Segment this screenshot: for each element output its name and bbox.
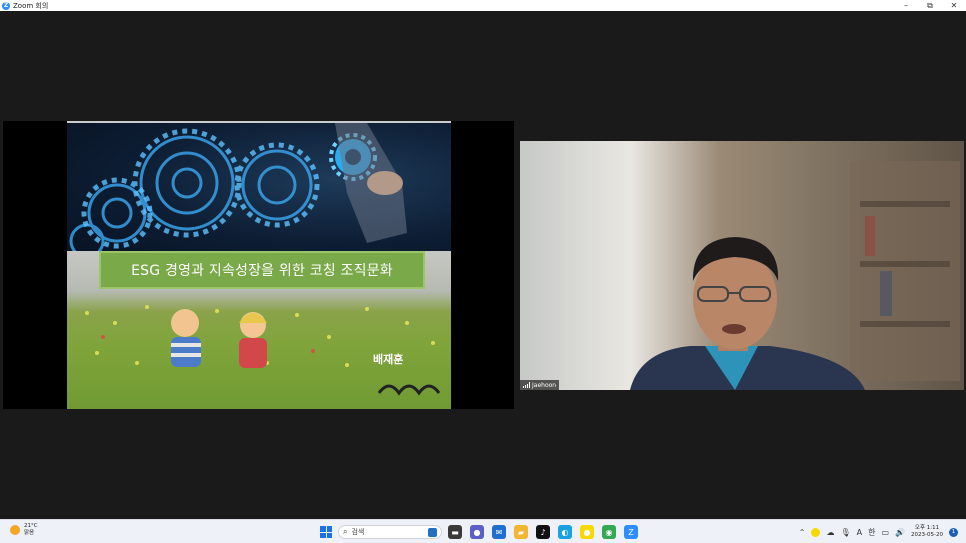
weather-temperature: 21°C bbox=[24, 523, 38, 529]
microphone-icon[interactable]: 🎙 bbox=[840, 528, 850, 537]
volume-icon[interactable]: 🔊 bbox=[895, 528, 905, 537]
folder-icon[interactable]: ▰ bbox=[514, 525, 528, 539]
clock-time: 오후 1:11 bbox=[914, 525, 940, 531]
participant-video-feed bbox=[520, 141, 964, 390]
system-tray: ⌃ ☁ 🎙 A 한 ▭ 🔊 오후 1:11 2023-05-20 1 bbox=[799, 522, 958, 542]
weather-description: 맑음 bbox=[24, 530, 35, 536]
kakaotalk-icon[interactable]: ● bbox=[580, 525, 594, 539]
tiktok-icon[interactable]: ♪ bbox=[536, 525, 550, 539]
participant-video-tile[interactable]: Jaehoon bbox=[520, 141, 964, 390]
ime-language[interactable]: 한 bbox=[868, 527, 875, 538]
pinned-apps: ▬ ● ✉ ▰ ♪ ◐ ● ◉ Z bbox=[448, 525, 638, 539]
shared-screen-tile[interactable]: ESG 경영과 지속성장을 위한 코칭 조직문화 배재훈 bbox=[3, 121, 514, 409]
windows-start-icon[interactable] bbox=[320, 526, 332, 538]
participant-name-label: Jaehoon bbox=[520, 380, 560, 390]
window-title: Zoom 회의 bbox=[13, 1, 49, 10]
slide-title: ESG 경영과 지속성장을 위한 코칭 조직문화 bbox=[99, 251, 425, 289]
sun-icon bbox=[10, 525, 20, 535]
search-placeholder: 검색 bbox=[351, 528, 365, 536]
weather-widget[interactable]: 21°C 맑음 bbox=[10, 523, 38, 537]
slide-author: 배재훈 bbox=[373, 353, 404, 366]
participant-name: Jaehoon bbox=[532, 381, 557, 389]
bing-icon bbox=[428, 527, 437, 537]
taskbar-search-box[interactable]: ⌕ 검색 bbox=[338, 525, 442, 539]
file-explorer-icon[interactable]: ▬ bbox=[448, 525, 462, 539]
taskbar-apps: ⌕ 검색 ▬ ● ✉ ▰ ♪ ◐ ● ◉ Z bbox=[320, 523, 638, 541]
windows-taskbar: 21°C 맑음 ⌕ 검색 ▬ ● ✉ ▰ ♪ ◐ ● ◉ Z ⌃ ☁ 🎙 A 한 ▭ 🔊 오후 … bbox=[0, 519, 966, 543]
zoom-icon[interactable]: Z bbox=[624, 525, 638, 539]
mail-icon[interactable]: ✉ bbox=[492, 525, 506, 539]
window-titlebar: Z Zoom 회의 – ⧉ ✕ bbox=[0, 0, 966, 11]
kakao-tray-icon[interactable] bbox=[811, 527, 821, 537]
chevron-up-icon[interactable]: ⌃ bbox=[799, 528, 806, 537]
cloud-icon[interactable]: ☁ bbox=[826, 528, 834, 537]
chat-icon[interactable]: ● bbox=[470, 525, 484, 539]
gears-illustration bbox=[69, 123, 407, 259]
restore-button[interactable]: ⧉ bbox=[918, 0, 942, 11]
presentation-slide: ESG 경영과 지속성장을 위한 코칭 조직문화 배재훈 bbox=[67, 121, 451, 409]
meeting-stage: ESG 경영과 지속성장을 위한 코칭 조직문화 배재훈 Jaehoon bbox=[0, 11, 966, 519]
signal-strength-icon bbox=[523, 382, 530, 388]
zoom-logo-icon: Z bbox=[2, 1, 10, 10]
edge-icon[interactable]: ◐ bbox=[558, 525, 572, 539]
clock-date: 2023-05-20 bbox=[911, 532, 943, 538]
ime-hint[interactable]: A bbox=[857, 528, 862, 537]
window-controls: – ⧉ ✕ bbox=[894, 0, 966, 11]
taskbar-clock[interactable]: 오후 1:11 2023-05-20 bbox=[911, 525, 943, 539]
weather-text: 21°C 맑음 bbox=[24, 523, 38, 537]
minimize-button[interactable]: – bbox=[894, 0, 918, 11]
close-button[interactable]: ✕ bbox=[942, 0, 966, 11]
network-icon[interactable]: ▭ bbox=[882, 528, 890, 537]
chrome-icon[interactable]: ◉ bbox=[602, 525, 616, 539]
search-icon: ⌕ bbox=[343, 527, 348, 536]
notification-badge[interactable]: 1 bbox=[949, 527, 958, 537]
